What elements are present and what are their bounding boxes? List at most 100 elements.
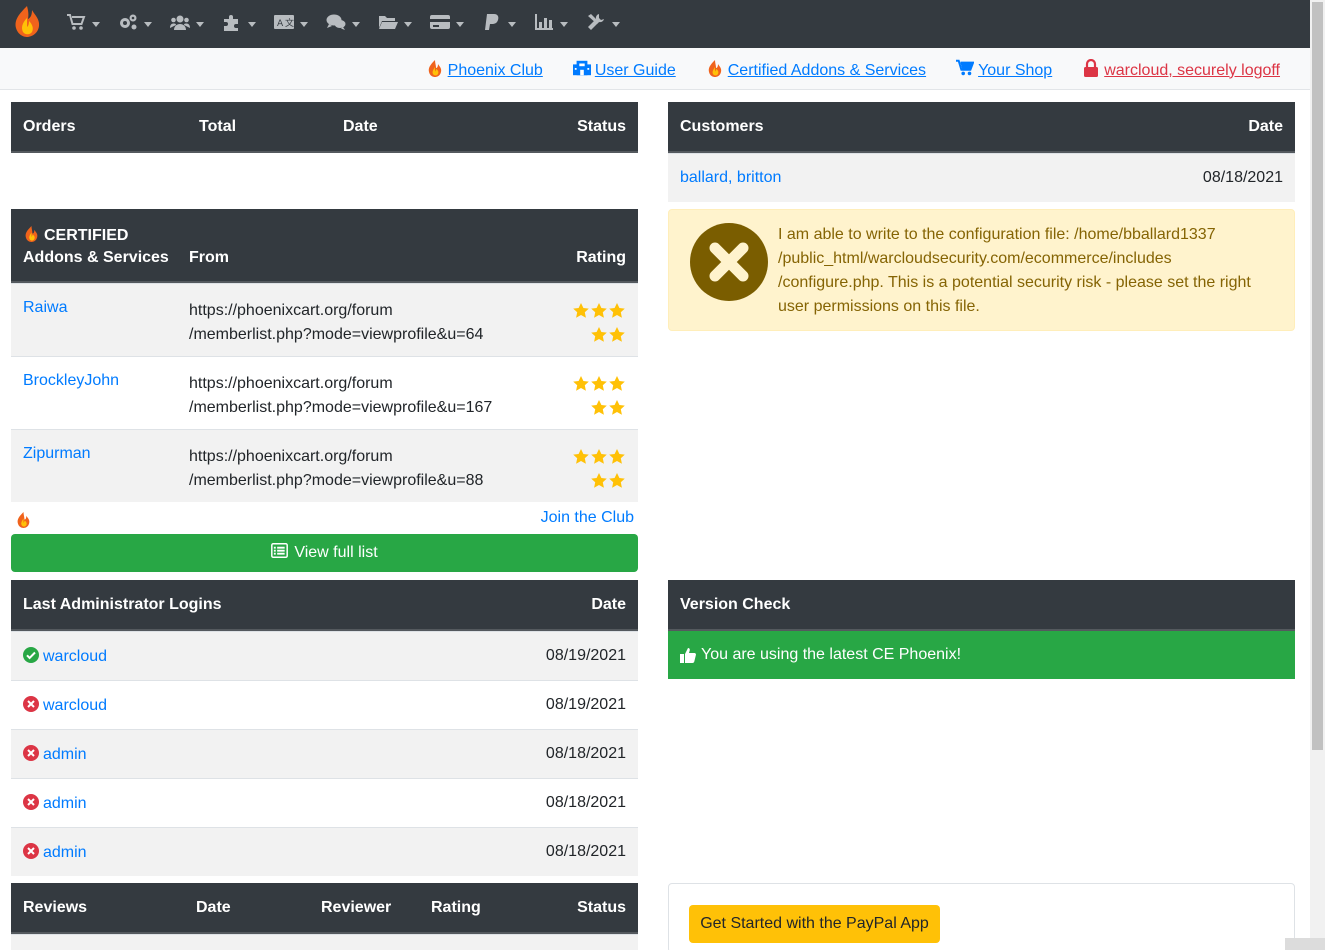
certified-header: CERTIFIED Addons & Services From Rating xyxy=(11,209,638,283)
version-check-title: Version Check xyxy=(680,596,791,613)
chevron-down-icon xyxy=(196,21,204,27)
list-alt-icon xyxy=(271,543,289,563)
logoff-link[interactable]: warcloud, securely logoff xyxy=(1082,58,1280,82)
config-warning-line2: /public_html/warcloudsecurity.com/ecomme… xyxy=(778,250,1172,267)
paypal-icon xyxy=(482,13,502,36)
view-full-list-button[interactable]: View full list xyxy=(11,534,638,572)
secondary-navbar: Phoenix Club User Guide Certified Addons… xyxy=(0,48,1310,90)
puzzle-icon xyxy=(222,13,242,36)
admin-logins-col-date: Date xyxy=(591,596,626,613)
modules-menu[interactable] xyxy=(218,0,270,48)
tools-menu[interactable] xyxy=(582,0,634,48)
orders-header: Orders Total Date Status xyxy=(11,102,638,153)
cart-icon xyxy=(66,13,86,36)
table-row: admin 08/18/2021 xyxy=(11,827,638,876)
vertical-scrollbar[interactable] xyxy=(1310,0,1325,950)
admin-user-link[interactable]: admin xyxy=(43,746,87,763)
horizontal-scrollbar[interactable] xyxy=(1285,938,1325,950)
admin-logins-header: Last Administrator Logins Date xyxy=(11,580,638,631)
reviews-col-reviews: Reviews xyxy=(23,899,88,916)
table-row: admin 08/18/2021 xyxy=(11,778,638,827)
folder-open-icon xyxy=(378,13,398,36)
star-icon xyxy=(608,302,626,320)
chevron-down-icon xyxy=(352,21,360,27)
main-menu: A文 xyxy=(62,0,634,48)
paypal-get-started-button[interactable]: Get Started with the PayPal App xyxy=(689,905,940,943)
config-warning-line1: I am able to write to the configuration … xyxy=(778,226,1216,243)
chevron-down-icon xyxy=(92,21,100,27)
rating-stars xyxy=(570,445,626,493)
top-navbar: A文 xyxy=(0,0,1310,48)
users-icon xyxy=(170,13,190,36)
payment-menu[interactable] xyxy=(426,0,478,48)
orders-table: Orders Total Date Status xyxy=(11,102,638,153)
configuration-menu[interactable] xyxy=(114,0,166,48)
certified-addons-table: CERTIFIED Addons & Services From Rating … xyxy=(11,209,638,502)
your-shop-link[interactable]: Your Shop xyxy=(956,59,1052,82)
communication-menu[interactable] xyxy=(322,0,374,48)
reviews-table: Reviews Date Reviewer Rating Status xyxy=(11,883,638,950)
customer-date: 08/18/2021 xyxy=(1202,169,1283,186)
certified-member-link[interactable]: Zipurman xyxy=(23,445,91,463)
phoenix-club-link[interactable]: Phoenix Club xyxy=(426,59,543,82)
phoenix-logo-icon xyxy=(15,511,32,533)
scrollbar-thumb[interactable] xyxy=(1312,2,1323,750)
star-icon xyxy=(572,448,590,466)
star-icon xyxy=(590,448,608,466)
star-icon xyxy=(590,326,608,344)
customers-table: Customers Date ballard, britton 08/18/20… xyxy=(668,102,1295,202)
table-row: admin 08/18/2021 xyxy=(11,729,638,778)
certified-addons-link[interactable]: Certified Addons & Services xyxy=(706,59,926,82)
reviews-col-date: Date xyxy=(196,899,231,916)
table-row: BrockleyJohn https://phoenixcart.org/for… xyxy=(11,356,638,429)
admin-login-user: admin xyxy=(23,745,87,764)
star-icon xyxy=(590,302,608,320)
admin-login-date: 08/18/2021 xyxy=(545,843,626,860)
join-club-link[interactable]: Join the Club xyxy=(541,509,634,527)
tools-files-menu[interactable] xyxy=(374,0,426,48)
localization-menu[interactable]: A文 xyxy=(270,0,322,48)
svg-text:A: A xyxy=(277,19,284,29)
tools-icon xyxy=(586,13,606,36)
admin-user-link[interactable]: admin xyxy=(43,844,87,861)
version-status-text: You are using the latest CE Phoenix! xyxy=(701,646,962,663)
chevron-down-icon xyxy=(560,21,568,27)
certified-member-link[interactable]: BrockleyJohn xyxy=(23,372,119,390)
admin-user-link[interactable]: warcloud xyxy=(43,697,107,714)
customers-header: Customers Date xyxy=(668,102,1295,153)
phoenix-logo-icon[interactable] xyxy=(10,4,44,38)
chevron-down-icon xyxy=(300,21,308,27)
customer-name-link[interactable]: ballard, britton xyxy=(680,169,781,187)
certified-col-from: From xyxy=(189,249,229,266)
chevron-down-icon xyxy=(144,21,152,27)
star-icon xyxy=(608,375,626,393)
user-guide-icon xyxy=(572,59,591,82)
check-circle-icon xyxy=(23,647,39,663)
admin-user-link[interactable]: admin xyxy=(43,795,87,812)
reviews-col-reviewer: Reviewer xyxy=(321,899,392,916)
certified-member-link[interactable]: Raiwa xyxy=(23,299,67,317)
phoenix-logo-icon xyxy=(426,59,444,82)
times-circle-icon xyxy=(23,696,39,712)
reviews-header: Reviews Date Reviewer Rating Status xyxy=(11,883,638,934)
star-icon xyxy=(608,472,626,490)
reports-menu[interactable] xyxy=(530,0,582,48)
user-guide-link[interactable]: User Guide xyxy=(572,59,676,82)
admin-user-link[interactable]: warcloud xyxy=(43,648,107,665)
version-check-table: Version Check xyxy=(668,580,1295,631)
certified-col-rating: Rating xyxy=(576,249,626,266)
paypal-card: Get Started with the PayPal App xyxy=(668,883,1295,950)
chevron-down-icon xyxy=(612,21,620,27)
version-check-header: Version Check xyxy=(668,580,1295,631)
table-row: Raiwa https://phoenixcart.org/forum /mem… xyxy=(11,283,638,356)
admin-login-date: 08/19/2021 xyxy=(545,647,626,664)
chevron-down-icon xyxy=(508,21,516,27)
credit-card-icon xyxy=(430,13,450,36)
customers-col-name: Customers xyxy=(680,118,764,135)
catalog-menu[interactable] xyxy=(62,0,114,48)
reviews-col-rating: Rating xyxy=(431,899,481,916)
paypal-menu[interactable] xyxy=(478,0,530,48)
customers-menu[interactable] xyxy=(166,0,218,48)
chevron-down-icon xyxy=(248,21,256,27)
orders-col-orders: Orders xyxy=(23,118,76,135)
